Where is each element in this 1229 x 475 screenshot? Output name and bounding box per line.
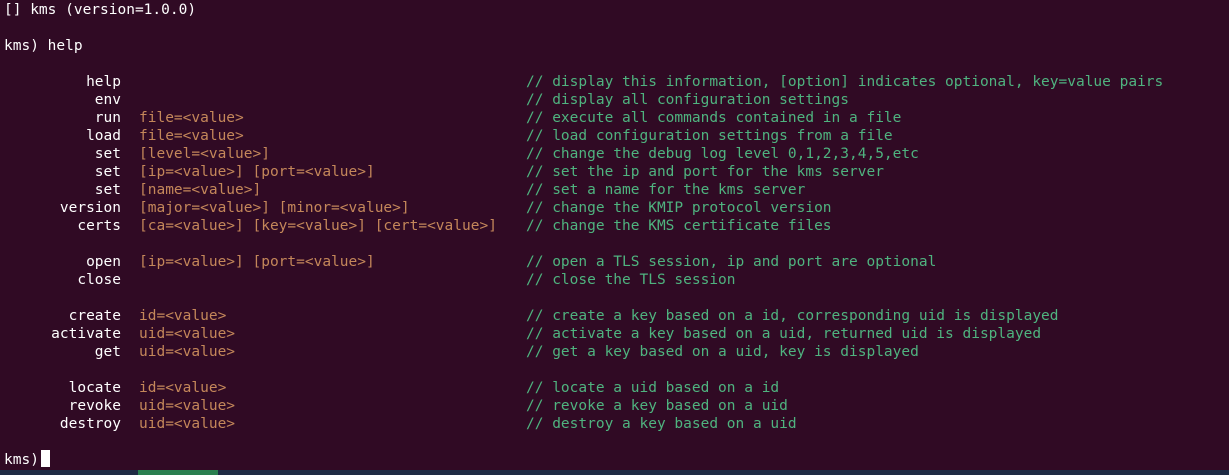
command-comment: // change the KMS certificate files	[526, 218, 832, 234]
command-name: set	[94, 164, 121, 180]
command-comment: // revoke a key based on a uid	[526, 398, 788, 414]
command-args: file=<value>	[139, 128, 244, 144]
command-name: revoke	[68, 398, 121, 414]
terminal-window[interactable]: [] kms (version=1.0.0) kms) help help //…	[0, 0, 1229, 475]
command-comment: // get a key based on a uid, key is disp…	[526, 344, 919, 360]
command-comment: // display all configuration settings	[526, 92, 850, 108]
command-args: id=<value>	[139, 380, 227, 396]
command-comment: // change the KMIP protocol version	[526, 200, 832, 216]
command-args: [ip=<value>] [port=<value>]	[139, 164, 375, 180]
command-args: uid=<value>	[139, 416, 236, 432]
command-name: load	[86, 128, 121, 144]
command-comment: // close the TLS session	[526, 272, 736, 288]
command-comment: // activate a key based on a uid, return…	[526, 326, 1042, 342]
command-comment: // set a name for the kms server	[526, 182, 806, 198]
command-comment: // load configuration settings from a fi…	[526, 128, 893, 144]
command-name: env	[94, 92, 121, 108]
command-name: open	[86, 254, 121, 270]
command-comment: // execute all commands contained in a f…	[526, 110, 902, 126]
command-args: [ca=<value>] [key=<value>] [cert=<value>…	[139, 218, 497, 234]
command-name: help	[86, 74, 121, 90]
command-args: [ip=<value>] [port=<value>]	[139, 254, 375, 270]
command-name: close	[77, 272, 121, 288]
help-command-line: kms) help	[4, 38, 83, 54]
command-comment: // open a TLS session, ip and port are o…	[526, 254, 937, 270]
command-args: [major=<value>] [minor=<value>]	[139, 200, 410, 216]
command-name: activate	[51, 326, 121, 342]
command-comment: // change the debug log level 0,1,2,3,4,…	[526, 146, 919, 162]
command-args: uid=<value>	[139, 326, 236, 342]
version-line: [] kms (version=1.0.0)	[4, 2, 197, 18]
command-name: locate	[68, 380, 121, 396]
command-args: [name=<value>]	[139, 182, 262, 198]
cursor-icon	[40, 450, 50, 467]
command-name: destroy	[59, 416, 121, 432]
bottom-panel-edge	[0, 470, 1229, 475]
command-prompt[interactable]: kms)	[4, 450, 50, 468]
command-name: create	[68, 308, 121, 324]
command-name: set	[94, 182, 121, 198]
command-name: version	[59, 200, 121, 216]
command-comment: // destroy a key based on a uid	[526, 416, 797, 432]
command-comment: // create a key based on a id, correspon…	[526, 308, 1059, 324]
command-args: uid=<value>	[139, 398, 236, 414]
command-comment: // locate a uid based on a id	[526, 380, 780, 396]
prompt-label: kms)	[4, 452, 39, 468]
command-comment: // set the ip and port for the kms serve…	[526, 164, 884, 180]
command-args: uid=<value>	[139, 344, 236, 360]
command-comment: // display this information, [option] in…	[526, 74, 1164, 90]
command-args: [level=<value>]	[139, 146, 270, 162]
command-args: id=<value>	[139, 308, 227, 324]
command-name: run	[94, 110, 121, 126]
command-name: certs	[77, 218, 121, 234]
command-name: set	[94, 146, 121, 162]
command-name: get	[94, 344, 121, 360]
command-args: file=<value>	[139, 110, 244, 126]
active-indicator	[138, 470, 218, 475]
